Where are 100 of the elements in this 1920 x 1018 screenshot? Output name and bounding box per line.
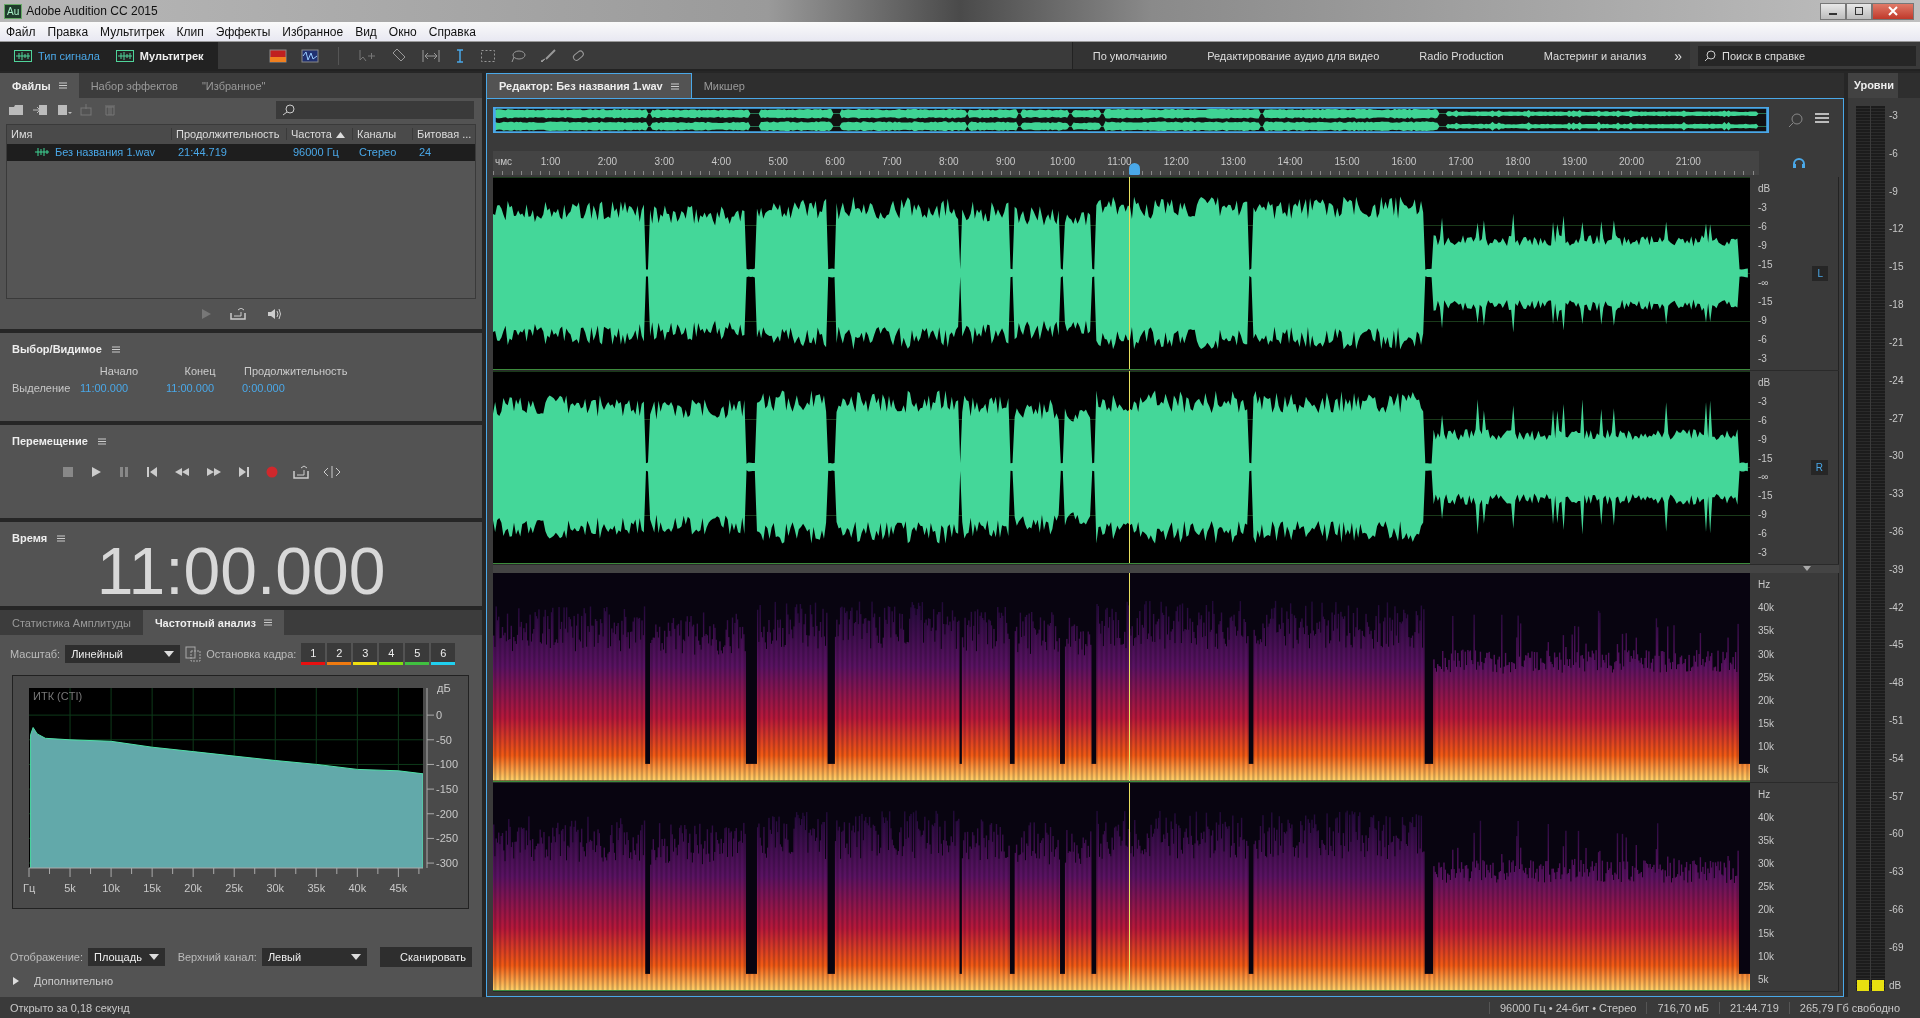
ruler-label: 9:00 bbox=[995, 156, 1016, 169]
list-icon[interactable] bbox=[1814, 112, 1830, 126]
scale-label: -6 bbox=[1758, 220, 1768, 232]
menu-icon[interactable] bbox=[58, 82, 67, 89]
play-icon[interactable] bbox=[89, 465, 103, 479]
skip-to-start-icon[interactable] bbox=[145, 465, 159, 479]
stop-icon[interactable] bbox=[61, 465, 75, 479]
column-header[interactable]: Каналы bbox=[353, 128, 413, 141]
scale-label: 40k bbox=[1758, 811, 1776, 823]
lasso-tool-icon[interactable] bbox=[509, 48, 526, 63]
channel-toggle[interactable]: L bbox=[1812, 265, 1828, 281]
menu-item[interactable]: Окно bbox=[382, 24, 423, 39]
scale-label: -6 bbox=[1889, 147, 1899, 159]
new-file-icon[interactable] bbox=[56, 103, 72, 116]
ruler-label: 8:00 bbox=[939, 156, 959, 169]
menu-item[interactable]: Мультитрек bbox=[94, 24, 171, 39]
caret-icon bbox=[148, 954, 159, 960]
menu-item[interactable]: Вид bbox=[349, 24, 383, 39]
waveform-display-icon[interactable] bbox=[300, 48, 319, 63]
menu-icon[interactable] bbox=[670, 82, 679, 90]
time-ruler[interactable]: чмс 1:00 2:00 3:00 4:00 5:00 6:00 7:00 8:00 9:00 10:00 11:00 12:00 13:00 14:00 15:00 16:00 17:00 18:00 19:00 20:00 21:00 bbox=[493, 151, 1759, 175]
menu-item[interactable]: Клип bbox=[170, 24, 210, 39]
column-header[interactable]: Имя bbox=[7, 128, 172, 141]
display-dropdown[interactable]: Площадь bbox=[88, 948, 165, 966]
menu-icon[interactable] bbox=[111, 345, 120, 353]
panel-tab[interactable]: Набор эффектов bbox=[78, 73, 190, 98]
help-search-field[interactable]: Поиск в справке bbox=[1698, 45, 1916, 66]
menu-icon[interactable] bbox=[263, 619, 272, 626]
slip-tool-icon[interactable] bbox=[421, 48, 440, 63]
folder-icon[interactable] bbox=[8, 103, 24, 116]
maximize-button[interactable] bbox=[1846, 2, 1872, 20]
minimize-button[interactable] bbox=[1820, 2, 1846, 20]
freeze-frame-button[interactable]: 5 bbox=[405, 643, 430, 665]
zoom-icon[interactable] bbox=[1788, 112, 1804, 128]
import-icon[interactable] bbox=[32, 103, 48, 116]
pause-icon[interactable] bbox=[117, 465, 131, 479]
view-mode-button[interactable]: Мультитрек bbox=[109, 46, 210, 65]
workspace-button[interactable]: Мастеринг и анализ bbox=[1523, 42, 1667, 69]
search-field[interactable] bbox=[276, 100, 474, 119]
menu-item[interactable]: Справка bbox=[422, 24, 482, 39]
panel-tab[interactable]: Частотный анализ bbox=[142, 610, 284, 635]
scale-label: -33 bbox=[1889, 488, 1904, 500]
scale-label: -39 bbox=[1889, 563, 1904, 575]
playhead-marker[interactable] bbox=[1128, 163, 1140, 175]
copy-icon[interactable] bbox=[185, 646, 202, 662]
rewind-icon[interactable] bbox=[173, 465, 191, 479]
move-tool-icon[interactable] bbox=[357, 48, 376, 63]
axis-label: 35k bbox=[307, 882, 326, 894]
workspace-button[interactable]: Редактирование аудио для видео bbox=[1187, 42, 1400, 69]
column-header[interactable]: Продолжительность bbox=[172, 128, 287, 141]
panel-tab[interactable]: "Избранное" bbox=[189, 73, 278, 98]
column-header: Конец bbox=[183, 365, 217, 377]
freeze-frame-button[interactable]: 6 bbox=[431, 643, 456, 665]
export-icon[interactable] bbox=[230, 308, 246, 321]
panel-tab[interactable]: Файлы bbox=[0, 73, 79, 98]
scan-button[interactable]: Сканировать bbox=[380, 947, 472, 967]
menu-icon[interactable] bbox=[57, 534, 66, 542]
menu-icon[interactable] bbox=[97, 437, 106, 445]
editor-tab[interactable]: Микшер bbox=[691, 73, 757, 98]
menu-item[interactable]: Избранное bbox=[276, 24, 350, 39]
spectral-display-icon[interactable] bbox=[268, 48, 287, 63]
scale-label: 10k bbox=[1758, 741, 1776, 753]
search-icon bbox=[1704, 49, 1716, 62]
fast-forward-icon[interactable] bbox=[205, 465, 223, 479]
spectrogram-drawing[interactable] bbox=[493, 573, 1750, 781]
axis-label: 10k bbox=[102, 882, 120, 894]
column-header[interactable]: Битовая ... bbox=[413, 128, 477, 141]
channel-dropdown[interactable]: Левый bbox=[261, 948, 368, 966]
workspace-button[interactable]: Radio Production bbox=[1399, 42, 1524, 69]
menu-item[interactable]: Файл bbox=[0, 24, 42, 39]
scale-dropdown[interactable]: Линейный bbox=[65, 645, 181, 663]
marquee-tool-icon[interactable] bbox=[479, 48, 496, 63]
scale-label: 30k bbox=[1758, 648, 1776, 660]
skip-to-end-icon[interactable] bbox=[237, 465, 251, 479]
menu-item[interactable]: Правка bbox=[41, 24, 95, 39]
freeze-frame-button[interactable]: 3 bbox=[353, 643, 378, 665]
menu-item[interactable]: Эффекты bbox=[209, 24, 277, 39]
sort-arrow-icon bbox=[335, 130, 345, 138]
column-header[interactable]: Частота bbox=[287, 128, 353, 141]
workspace-button[interactable]: По умолчанию bbox=[1072, 42, 1188, 69]
editor-tab[interactable]: Редактор: Без названия 1.wav bbox=[486, 73, 692, 98]
freeze-frame-button[interactable]: 4 bbox=[379, 643, 404, 665]
advanced-toggle[interactable]: Дополнительно bbox=[0, 967, 482, 997]
panel-tab[interactable]: Уровни bbox=[1848, 73, 1899, 98]
spectrogram-drawing[interactable] bbox=[493, 782, 1750, 990]
scale-label: Hz bbox=[1758, 579, 1772, 590]
view-mode-button[interactable]: Тип сигнала bbox=[8, 46, 106, 65]
headphones-icon[interactable] bbox=[1792, 157, 1806, 169]
more-workspaces-button[interactable]: » bbox=[1666, 42, 1690, 69]
axis-label: -150 bbox=[436, 783, 459, 796]
panel-tab[interactable]: Статистика Амплитуды bbox=[0, 610, 143, 635]
overview-waveform[interactable] bbox=[493, 107, 1769, 133]
scale-label: dB bbox=[1889, 979, 1903, 991]
brush-tool-icon[interactable] bbox=[539, 48, 556, 63]
freeze-frame-button[interactable]: 1 bbox=[301, 643, 326, 665]
close-button[interactable] bbox=[1872, 2, 1914, 20]
channel-toggle[interactable]: R bbox=[1810, 459, 1828, 475]
collapse-arrow-icon[interactable] bbox=[1803, 566, 1811, 572]
axis-title: Гц bbox=[23, 882, 36, 894]
freeze-frame-button[interactable]: 2 bbox=[327, 643, 352, 665]
